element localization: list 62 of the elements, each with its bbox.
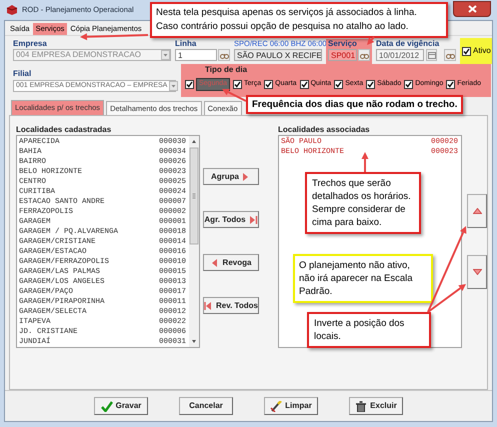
input-field[interactable]: 10/01/2012 xyxy=(376,49,424,61)
field-label: Serviço xyxy=(328,39,358,49)
callout-note: Inverte a posição dos locais. xyxy=(307,312,431,348)
check-icon xyxy=(100,400,113,412)
checkbox-icon xyxy=(185,80,194,89)
app-icon xyxy=(6,5,18,15)
callout-note: Nesta tela pesquisa apenas os serviços já associados à linha. Caso contrário possui opção de pesquisa no atalho ao lado. xyxy=(150,2,448,38)
checkbox-icon xyxy=(446,80,456,89)
checkbox-icon xyxy=(233,80,242,89)
left-arrow-icon xyxy=(210,258,220,268)
field-label: Filial xyxy=(13,69,32,79)
close-button[interactable] xyxy=(453,0,491,16)
calendar-icon xyxy=(428,52,436,58)
search-button[interactable] xyxy=(218,49,230,61)
group-title: Tipo de dia xyxy=(204,64,248,76)
close-icon xyxy=(468,4,476,12)
caret-icon xyxy=(169,81,178,91)
callout-arrow xyxy=(80,33,148,40)
binoculars-icon xyxy=(360,52,368,58)
callout-arrow xyxy=(367,36,375,45)
checkbox-icon xyxy=(334,80,344,89)
list-title: Localidades associadas xyxy=(278,124,370,134)
left-arrow-icon xyxy=(204,300,214,310)
field-label: Empresa xyxy=(13,39,48,49)
checkbox-icon xyxy=(366,80,376,89)
move-up-button[interactable] xyxy=(467,194,487,228)
callout-note: O planejamento não ativo, não irá aparecer na Escala Padrão. xyxy=(293,254,433,303)
callout-note: Trechos que serão detalhados os horários. Sempre considerar de cima para baixo. xyxy=(305,172,421,234)
transfer-button[interactable]: Agr. Todos xyxy=(203,211,259,228)
caret-icon xyxy=(161,50,170,60)
binoculars-icon xyxy=(220,52,228,58)
checkbox-icon xyxy=(264,80,274,89)
transfer-button[interactable]: Revoga xyxy=(203,254,259,271)
right-arrow-icon xyxy=(248,214,258,224)
binoculars-icon xyxy=(446,52,455,58)
list-title: Localidades cadastradas xyxy=(16,124,112,134)
callout-arrow xyxy=(222,89,246,102)
footer-button[interactable]: Limpar xyxy=(264,397,318,415)
search-button[interactable] xyxy=(358,49,370,61)
calendar-button[interactable] xyxy=(426,49,438,61)
checkbox-icon xyxy=(300,80,309,89)
callout-note: Frequência dos dias que não rodam o trecho. xyxy=(246,95,464,114)
triangle-up-icon xyxy=(472,208,482,214)
dropdown-value: 004 EMPRESA DEMONSTRACAO xyxy=(15,49,142,61)
triangle-down-icon xyxy=(472,269,482,275)
brush-icon xyxy=(270,400,282,412)
move-down-button[interactable] xyxy=(467,255,487,289)
field-label: Data de vigência xyxy=(376,39,440,49)
footer-button[interactable]: Excluir xyxy=(349,397,403,415)
transfer-button[interactable]: Agrupa xyxy=(203,168,259,185)
footer-button[interactable]: Cancelar xyxy=(179,397,233,415)
callout-arrow xyxy=(362,152,368,172)
checkbox-icon xyxy=(404,80,414,89)
trash-icon xyxy=(355,400,368,412)
field-label: Linha xyxy=(175,39,198,49)
transfer-button[interactable]: Rev. Todos xyxy=(203,297,259,314)
input-field[interactable]: SÃO PAULO X RECIFE xyxy=(234,49,322,61)
checkbox-icon xyxy=(462,46,471,56)
active-checkbox[interactable]: Ativo xyxy=(460,38,492,64)
search-button[interactable] xyxy=(444,49,456,61)
footer-button[interactable]: Gravar xyxy=(94,397,148,415)
input-field[interactable]: 1 xyxy=(175,49,217,61)
